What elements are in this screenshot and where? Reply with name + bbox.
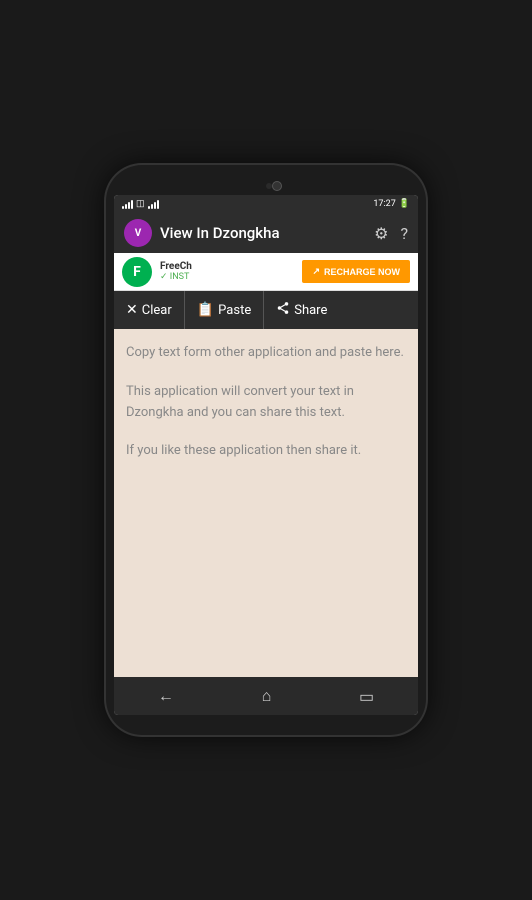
share-button[interactable]: Share xyxy=(264,291,339,329)
phone-screen: ◫ 17:27 🔋 V View In Dzongkha ⚙ ? xyxy=(114,195,418,715)
ad-logo: F xyxy=(122,257,152,287)
clear-label: Clear xyxy=(142,303,172,318)
app-bar-actions: ⚙ ? xyxy=(374,224,408,243)
phone-top xyxy=(114,175,418,195)
share-icon xyxy=(276,301,290,319)
recharge-button[interactable]: ↗ RECHARGE NOW xyxy=(302,260,410,283)
ad-name: FreeCh xyxy=(160,261,294,272)
ad-text: FreeCh ✓ INST xyxy=(160,261,294,282)
home-button[interactable]: ⌂ xyxy=(242,682,292,710)
status-right: 17:27 🔋 xyxy=(373,199,410,209)
battery-icon: 🔋 xyxy=(399,199,410,209)
close-icon: ✕ xyxy=(126,302,138,318)
sim-icon: ◫ xyxy=(136,199,145,209)
back-button[interactable]: ← xyxy=(138,682,194,710)
help-icon[interactable]: ? xyxy=(400,224,408,243)
paste-icon: 📋 xyxy=(197,302,214,318)
paste-button[interactable]: 📋 Paste xyxy=(185,291,265,329)
close-clear-button[interactable]: ✕ Clear xyxy=(114,291,185,329)
content-area: Copy text form other application and pas… xyxy=(114,329,418,677)
paragraph-1: Copy text form other application and pas… xyxy=(126,343,406,364)
app-bar: V View In Dzongkha ⚙ ? xyxy=(114,213,418,253)
signal-icon xyxy=(122,200,133,209)
recharge-icon: ↗ xyxy=(312,266,320,277)
ad-banner: F FreeCh ✓ INST ↗ RECHARGE NOW xyxy=(114,253,418,291)
ad-install: ✓ INST xyxy=(160,272,294,282)
paste-label: Paste xyxy=(218,303,251,318)
phone-frame: ◫ 17:27 🔋 V View In Dzongkha ⚙ ? xyxy=(106,165,426,735)
share-label: Share xyxy=(294,303,327,318)
status-left: ◫ xyxy=(122,199,159,209)
status-bar: ◫ 17:27 🔋 xyxy=(114,195,418,213)
paragraph-2: This application will convert your text … xyxy=(126,382,406,424)
settings-icon[interactable]: ⚙ xyxy=(374,224,388,243)
network-icon xyxy=(148,200,159,209)
content-text: Copy text form other application and pas… xyxy=(126,343,406,462)
app-title: View In Dzongkha xyxy=(160,224,366,242)
camera xyxy=(272,181,282,191)
paragraph-3: If you like these application then share… xyxy=(126,441,406,462)
nav-bar: ← ⌂ ▭ xyxy=(114,677,418,715)
time-display: 17:27 xyxy=(373,199,395,209)
recharge-label: RECHARGE NOW xyxy=(324,267,400,277)
phone-bottom xyxy=(114,715,418,725)
toolbar: ✕ Clear 📋 Paste Share xyxy=(114,291,418,329)
app-icon: V xyxy=(124,219,152,247)
recents-button[interactable]: ▭ xyxy=(339,683,394,710)
